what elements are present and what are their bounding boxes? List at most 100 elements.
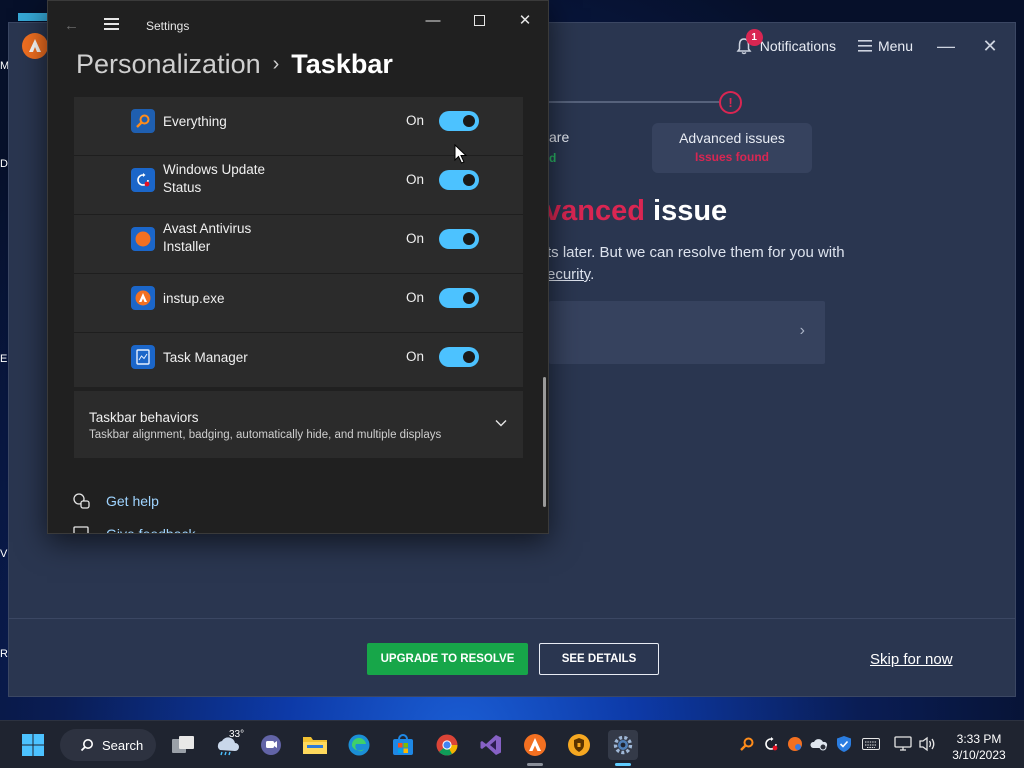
mouse-cursor-icon — [454, 144, 468, 164]
tray-keyboard-icon[interactable] — [862, 735, 880, 753]
file-explorer-button[interactable] — [300, 730, 330, 760]
notifications-label: Notifications — [759, 38, 836, 54]
active-app-indicator — [615, 763, 631, 766]
see-details-button[interactable]: SEE DETAILS — [539, 643, 659, 675]
toggle-switch[interactable] — [439, 347, 479, 367]
tray-everything-icon[interactable] — [738, 735, 756, 753]
breadcrumb-personalization[interactable]: Personalization — [76, 49, 261, 79]
window-edge-highlight — [18, 13, 48, 21]
close-button[interactable]: ✕ — [979, 36, 1001, 57]
give-feedback-label: Give feedback — [106, 526, 196, 534]
desktop-icon-label-stub: D — [0, 158, 8, 170]
taskbar-clock[interactable]: 3:33 PM 3/10/2023 — [946, 731, 1012, 763]
vpn-shield-button[interactable] — [564, 730, 594, 760]
tray-onedrive-icon[interactable] — [810, 735, 828, 753]
toggle-switch[interactable] — [439, 111, 479, 131]
issue-detail-row[interactable]: › — [549, 301, 825, 364]
scan-step-title: Advanced issues — [679, 130, 785, 146]
minimize-button[interactable]: — — [410, 9, 456, 31]
weather-temperature: 33° — [229, 729, 245, 740]
desktop-icon-label-stub: M — [0, 60, 10, 72]
menu-button[interactable]: Menu — [857, 38, 913, 54]
get-help-link[interactable]: Get help — [72, 492, 159, 510]
app-name: Windows Update Status — [163, 162, 266, 195]
taskbar: Search 33° 3:33 PM 3/10/2023 — [0, 720, 1024, 768]
page-title: Taskbar — [291, 49, 393, 79]
avast-taskbar-button[interactable] — [520, 730, 550, 760]
toggle-switch[interactable] — [439, 229, 479, 249]
system-tray-icons-list: Everything On Windows Update Status On A… — [74, 97, 523, 387]
app-name: instup.exe — [163, 291, 225, 306]
start-button[interactable] — [18, 730, 48, 760]
visual-studio-button[interactable] — [476, 730, 506, 760]
task-view-icon — [172, 736, 194, 753]
tray-volume-icon[interactable] — [918, 735, 936, 753]
toggle-switch[interactable] — [439, 288, 479, 308]
search-icon — [80, 739, 93, 752]
scrollbar-thumb[interactable] — [543, 377, 546, 507]
toggle-state-label: On — [406, 113, 425, 128]
settings-window: ← Settings — ✕ Personalization › Taskbar E… — [47, 0, 549, 534]
everything-search-icon — [131, 109, 155, 133]
toggle-state-label: On — [406, 349, 425, 364]
avast-icon — [524, 734, 546, 756]
desktop-icon-label-stub: R — [0, 648, 8, 660]
tray-network-icon[interactable] — [894, 735, 912, 753]
scan-step-previous: are d — [549, 129, 569, 165]
feedback-icon — [73, 526, 89, 533]
task-manager-icon — [131, 345, 155, 369]
toggle-switch[interactable] — [439, 170, 479, 190]
headline-highlight: vanced — [545, 195, 645, 227]
edge-browser-button[interactable] — [344, 730, 374, 760]
list-item: Windows Update Status On — [74, 156, 523, 215]
settings-titlebar: ← Settings — ✕ — [48, 1, 548, 49]
maximize-icon — [473, 14, 485, 26]
taskbar-behaviors-expander[interactable]: Taskbar behaviors Taskbar alignment, bad… — [74, 391, 523, 458]
expander-description: Taskbar alignment, badging, automaticall… — [89, 429, 442, 441]
chrome-browser-button[interactable] — [432, 730, 462, 760]
minimize-button[interactable]: — — [935, 36, 957, 57]
description-line-1: ts later. But we can resolve them for yo… — [547, 244, 845, 261]
toggle-state-label: On — [406, 172, 425, 187]
gear-icon — [613, 735, 633, 755]
settings-taskbar-button[interactable] — [608, 730, 638, 760]
toggle-knob — [463, 115, 475, 127]
toggle-knob — [463, 351, 475, 363]
avast-installer-icon — [131, 227, 155, 251]
expander-title: Taskbar behaviors — [89, 410, 199, 425]
close-button[interactable]: ✕ — [502, 9, 548, 31]
alert-step-icon: ! — [719, 91, 742, 114]
chevron-right-icon: › — [272, 53, 280, 75]
task-view-button[interactable] — [168, 730, 198, 760]
taskbar-search-box[interactable]: Search — [60, 729, 156, 761]
hamburger-icon[interactable] — [104, 18, 119, 33]
toggle-knob — [463, 292, 475, 304]
results-description: ts later. But we can resolve them for yo… — [547, 242, 845, 286]
back-arrow-icon[interactable]: ← — [64, 17, 79, 34]
settings-app-title: Settings — [146, 19, 190, 33]
tray-windows-update-icon[interactable] — [762, 735, 780, 753]
running-indicator — [527, 763, 543, 766]
scan-step-status: Issues found — [694, 150, 769, 164]
toggle-knob — [463, 174, 475, 186]
skip-for-now-link[interactable]: Skip for now — [870, 651, 953, 668]
microsoft-store-button[interactable] — [388, 730, 418, 760]
results-headline: vanced issue — [545, 195, 727, 228]
teams-chat-button[interactable] — [256, 730, 286, 760]
avast-logo — [22, 33, 48, 59]
breadcrumb: Personalization › Taskbar — [76, 49, 393, 80]
scan-step-status: d — [549, 151, 557, 165]
scan-step-advanced-issues[interactable]: Advanced issues Issues found — [652, 123, 812, 173]
avast-footer: UPGRADE TO RESOLVE SEE DETAILS Skip for … — [9, 618, 1015, 697]
give-feedback-link[interactable]: Give feedback — [72, 525, 196, 534]
clock-time: 3:33 PM — [956, 732, 1002, 746]
upgrade-to-resolve-button[interactable]: UPGRADE TO RESOLVE — [367, 643, 528, 675]
avast-instup-icon — [131, 286, 155, 310]
folder-icon — [303, 737, 327, 754]
notifications-button[interactable]: 1 Notifications — [736, 29, 836, 55]
maximize-button[interactable] — [456, 9, 502, 31]
tray-avast-icon[interactable] — [786, 735, 804, 753]
product-link[interactable]: ecurity — [547, 266, 590, 283]
teams-chat-icon — [261, 735, 281, 755]
tray-defender-icon[interactable] — [835, 735, 853, 753]
